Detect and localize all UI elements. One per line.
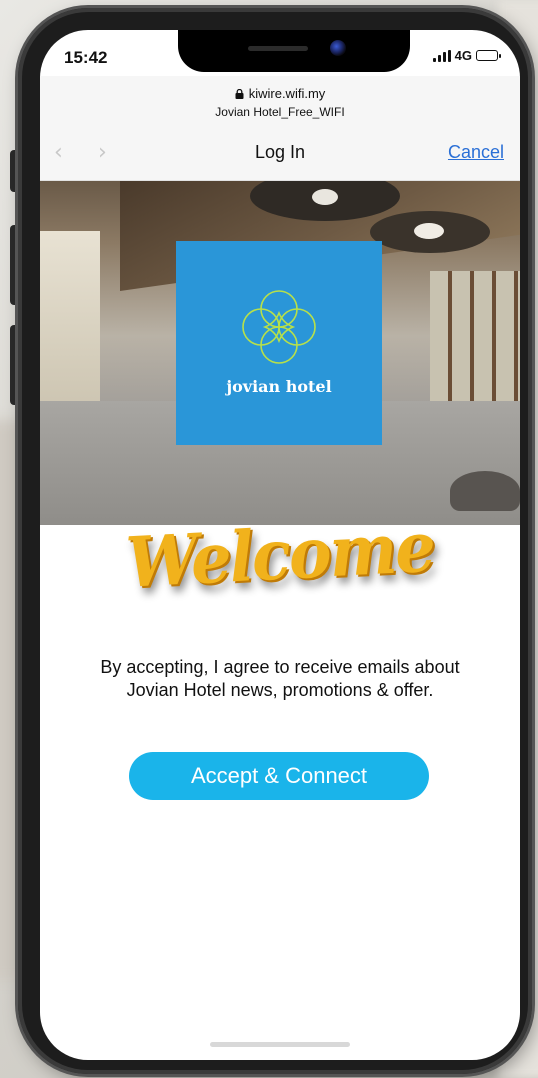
network-type: 4G [454, 48, 472, 63]
url-text: kiwire.wifi.my [248, 86, 326, 101]
hotel-logo: jovian hotel [176, 241, 382, 445]
ceiling-fan [370, 211, 490, 253]
phone-screen: 15:42 4G kiwire.wifi.my Jovian Hotel_Fre… [40, 30, 520, 1060]
url-line: kiwire.wifi.my [40, 86, 520, 101]
logo-mark-icon [242, 290, 316, 364]
notch [178, 30, 410, 72]
nav-row: ‹ › Log In Cancel [40, 132, 520, 172]
welcome-text: Welcome [124, 507, 436, 604]
speaker [248, 46, 308, 51]
signal-icon [432, 49, 451, 62]
phone-frame: 15:42 4G kiwire.wifi.my Jovian Hotel_Fre… [18, 8, 532, 1074]
network-name: Jovian Hotel_Free_WIFI [215, 105, 345, 119]
status-time: 15:42 [64, 48, 108, 67]
status-indicators: 4G [432, 48, 501, 63]
consent-text: By accepting, I agree to receive emails … [100, 657, 460, 700]
cancel-button[interactable]: Cancel [448, 142, 504, 163]
hotel-hero-image: jovian hotel [40, 181, 520, 525]
logo-text: jovian hotel [226, 377, 332, 396]
front-camera [330, 40, 346, 56]
captive-portal-header: kiwire.wifi.my Jovian Hotel_Free_WIFI ‹ … [40, 76, 520, 181]
home-indicator [210, 1042, 350, 1047]
battery-icon [476, 50, 501, 61]
welcome-banner: Welcome [40, 507, 520, 638]
lock-icon [235, 89, 244, 99]
accept-connect-button[interactable]: Accept & Connect [129, 752, 429, 800]
